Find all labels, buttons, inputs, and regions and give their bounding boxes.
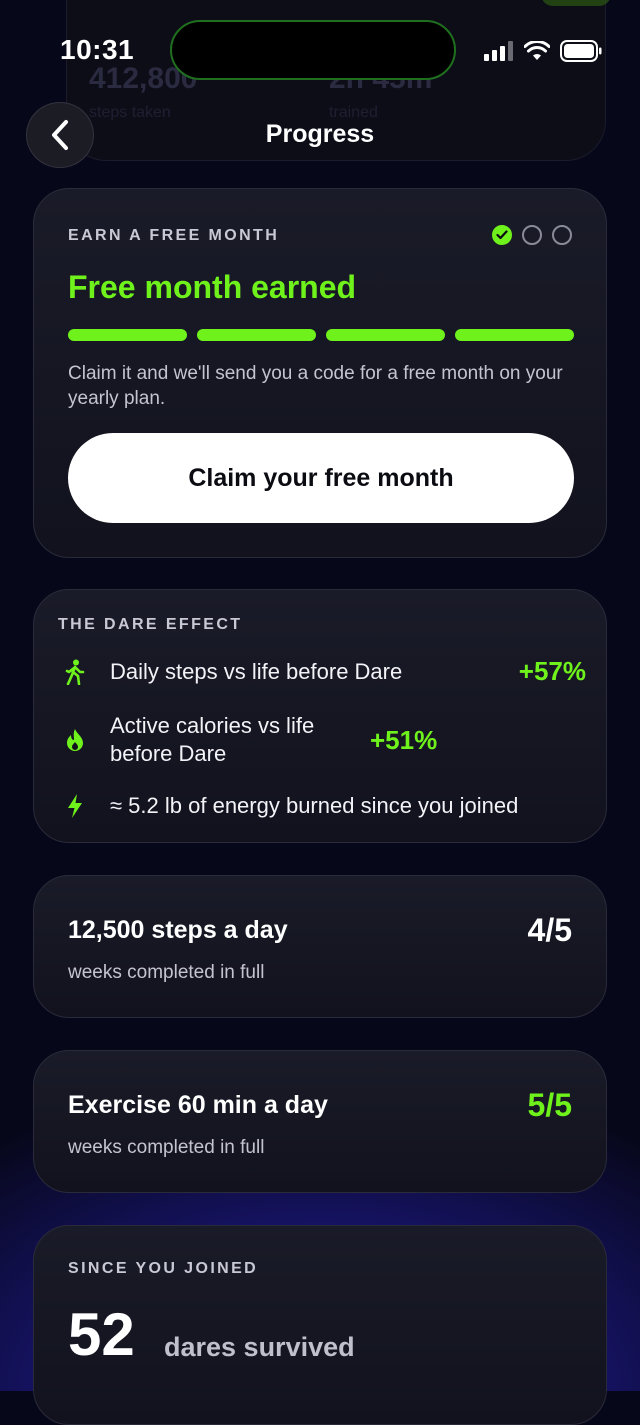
step-dot-empty bbox=[522, 225, 542, 245]
since-joined-card: SINCE YOU JOINED 52 dares survived bbox=[33, 1225, 607, 1425]
nav-bar: Progress bbox=[0, 100, 640, 170]
page-title: Progress bbox=[265, 120, 375, 148]
wifi-icon bbox=[524, 41, 550, 60]
earn-description: Claim it and we'll send you a code for a… bbox=[68, 363, 563, 409]
dare-effect-row: Active calories vs life before Dare +51% bbox=[58, 712, 586, 768]
step-dot-empty bbox=[552, 225, 572, 245]
goal-value: 4/5 bbox=[527, 912, 572, 948]
dare-effect-row: Daily steps vs life before Dare +57% bbox=[58, 656, 586, 687]
step-indicator bbox=[492, 225, 572, 245]
earn-progress-bar bbox=[68, 329, 574, 341]
signal-icon bbox=[484, 41, 513, 61]
status-icons bbox=[484, 40, 602, 62]
goal-title: Exercise 60 min a day bbox=[68, 1091, 328, 1119]
battery-icon bbox=[560, 40, 602, 62]
lightning-icon bbox=[68, 794, 82, 818]
dynamic-island bbox=[170, 20, 456, 80]
progress-segment bbox=[197, 329, 316, 341]
earn-free-month-card: EARN A FREE MONTH Free month earned Clai… bbox=[33, 188, 607, 558]
dare-effect-value: +51% bbox=[370, 724, 438, 755]
progress-segment bbox=[455, 329, 574, 341]
flame-icon bbox=[67, 729, 83, 751]
dares-count: 52 bbox=[68, 1301, 135, 1368]
check-icon bbox=[496, 230, 508, 240]
earn-headline: Free month earned bbox=[68, 269, 357, 305]
status-time: 10:31 bbox=[60, 34, 135, 65]
dare-effect-label: Daily steps vs life before Dare bbox=[110, 658, 403, 684]
dare-effect-label: ≈ 5.2 lb of energy burned since you join… bbox=[110, 793, 519, 818]
dare-effect-value: +57% bbox=[518, 656, 586, 686]
progress-segment bbox=[68, 329, 187, 341]
dare-effect-eyebrow: THE DARE EFFECT bbox=[58, 616, 243, 633]
dare-effect-label: Active calories vs life before Dare bbox=[110, 713, 315, 766]
walking-icon bbox=[65, 659, 85, 685]
since-joined-eyebrow: SINCE YOU JOINED bbox=[68, 1260, 259, 1277]
earn-eyebrow: EARN A FREE MONTH bbox=[68, 227, 280, 244]
progress-segment bbox=[326, 329, 445, 341]
dare-effect-row: ≈ 5.2 lb of energy burned since you join… bbox=[58, 792, 586, 820]
step-dot-complete bbox=[492, 225, 512, 245]
dare-effect-card: THE DARE EFFECT Daily steps vs life befo… bbox=[33, 589, 607, 843]
goal-value: 5/5 bbox=[527, 1087, 572, 1123]
goal-card-steps[interactable]: 12,500 steps a day weeks completed in fu… bbox=[33, 875, 607, 1018]
claim-free-month-button[interactable]: Claim your free month bbox=[68, 433, 574, 523]
goal-card-exercise[interactable]: Exercise 60 min a day weeks completed in… bbox=[33, 1050, 607, 1193]
dares-label: dares survived bbox=[164, 1332, 355, 1362]
goal-title: 12,500 steps a day bbox=[68, 916, 288, 944]
goal-subtitle: weeks completed in full bbox=[68, 962, 265, 983]
goal-subtitle: weeks completed in full bbox=[68, 1137, 265, 1158]
status-bar: 10:31 bbox=[0, 0, 640, 100]
